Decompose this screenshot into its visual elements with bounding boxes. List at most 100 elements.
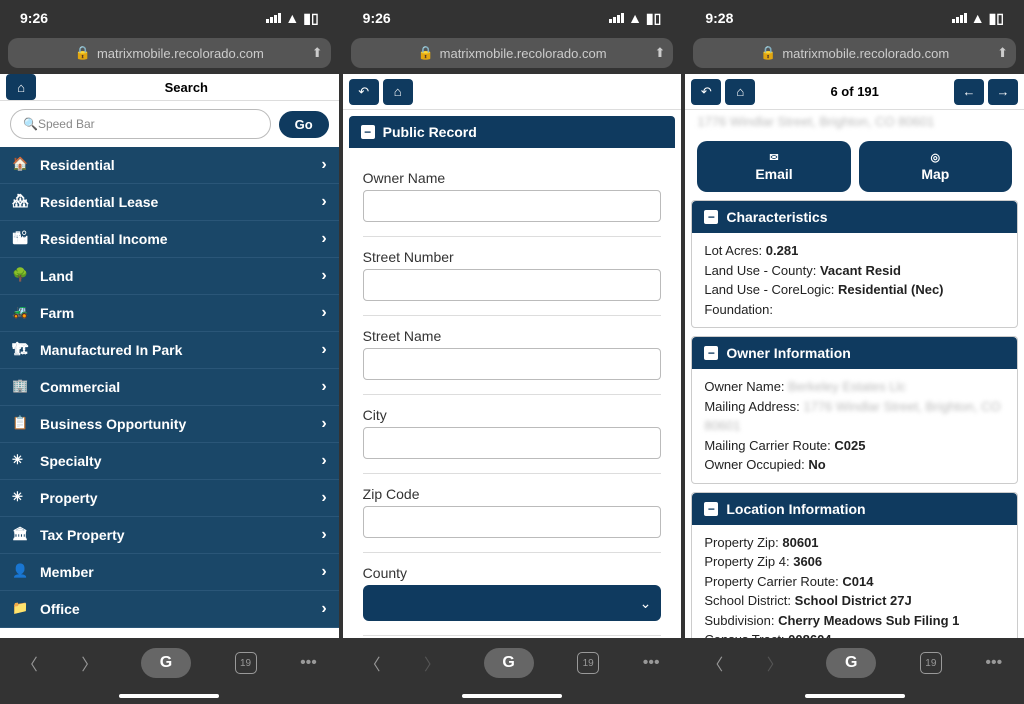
category-item[interactable]: 🏘Residential Lease›	[0, 184, 339, 221]
back-icon[interactable]: 〈	[364, 651, 380, 675]
chevron-right-icon: ›	[321, 156, 326, 174]
browser-toolbar: 〈 〉 G 19 •••	[0, 638, 339, 688]
share-icon[interactable]: ⬆	[312, 45, 323, 61]
category-item[interactable]: 🌳Land›	[0, 258, 339, 295]
data-row: Owner Name: Berkeley Estates Llc	[704, 377, 1005, 397]
chevron-right-icon: ›	[321, 489, 326, 507]
next-button[interactable]: →	[988, 79, 1018, 105]
section-header-owner[interactable]: −Owner Information	[692, 337, 1017, 369]
category-icon: 🏙	[12, 230, 30, 248]
category-item[interactable]: 🚜Farm›	[0, 295, 339, 332]
back-button[interactable]: ↶	[349, 79, 379, 105]
category-item[interactable]: 📋Business Opportunity›	[0, 406, 339, 443]
chevron-right-icon: ›	[321, 193, 326, 211]
recent-searches-link[interactable]: 2 Recent Searches	[0, 628, 339, 638]
back-button[interactable]: ↶	[691, 79, 721, 105]
more-icon[interactable]: •••	[985, 654, 1002, 672]
phone-screen-2: 9:26 ▲ ▮▯ 🔒 matrixmobile.recolorado.com …	[343, 0, 682, 704]
forward-icon[interactable]: 〉	[81, 651, 97, 675]
collapse-icon[interactable]: −	[361, 125, 375, 139]
chevron-right-icon: ›	[321, 600, 326, 618]
home-indicator[interactable]	[805, 694, 905, 698]
home-button[interactable]: ⌂	[383, 79, 413, 105]
field-input-street-name[interactable]	[363, 348, 662, 380]
address-bar[interactable]: 🔒 matrixmobile.recolorado.com ⬆	[693, 38, 1016, 68]
collapse-icon[interactable]: −	[704, 346, 718, 360]
field-input-zip-code[interactable]	[363, 506, 662, 538]
home-button[interactable]: ⌂	[6, 74, 36, 100]
status-time: 9:28	[705, 10, 733, 26]
url-text: matrixmobile.recolorado.com	[97, 46, 264, 61]
category-icon: 📋	[12, 415, 30, 433]
speed-bar-input[interactable]: 🔍 Speed Bar	[10, 109, 271, 139]
share-icon[interactable]: ⬆	[997, 45, 1008, 61]
category-item[interactable]: 🏢Commercial›	[0, 369, 339, 406]
category-item[interactable]: 📁Office›	[0, 591, 339, 628]
share-icon[interactable]: ⬆	[654, 45, 665, 61]
category-item[interactable]: 🏙Residential Income›	[0, 221, 339, 258]
category-item[interactable]: 🏛Tax Property›	[0, 517, 339, 554]
home-button[interactable]: ⌂	[725, 79, 755, 105]
status-icons: ▲ ▮▯	[609, 10, 661, 27]
collapse-icon[interactable]: −	[704, 210, 718, 224]
status-icons: ▲ ▮▯	[266, 10, 318, 27]
nav-bar: ⌂ Search	[0, 74, 339, 101]
category-item[interactable]: ✳Property›	[0, 480, 339, 517]
google-button[interactable]: G	[141, 648, 191, 678]
category-label: Tax Property	[40, 527, 125, 543]
home-indicator[interactable]	[462, 694, 562, 698]
more-icon[interactable]: •••	[300, 654, 317, 672]
data-row: Property Carrier Route: C014	[704, 572, 1005, 592]
county-select[interactable]: ⌄	[363, 585, 662, 621]
chevron-right-icon: ›	[321, 452, 326, 470]
battery-icon: ▮▯	[646, 10, 661, 27]
category-icon: 🏠	[12, 156, 30, 174]
field-label: Street Number	[363, 249, 662, 265]
status-time: 9:26	[20, 10, 48, 26]
address-bar[interactable]: 🔒 matrixmobile.recolorado.com ⬆	[8, 38, 331, 68]
address-bar[interactable]: 🔒 matrixmobile.recolorado.com ⬆	[351, 38, 674, 68]
status-bar: 9:26 ▲ ▮▯	[0, 0, 339, 36]
collapse-icon[interactable]: −	[704, 502, 718, 516]
home-indicator[interactable]	[119, 694, 219, 698]
category-icon: ✳	[12, 489, 30, 507]
data-row: School District: School District 27J	[704, 591, 1005, 611]
category-icon: ✳	[12, 452, 30, 470]
section-header-characteristics[interactable]: −Characteristics	[692, 201, 1017, 233]
chevron-down-icon: ⌄	[640, 595, 652, 612]
field-input-street-number[interactable]	[363, 269, 662, 301]
data-row: Foundation:	[704, 300, 1005, 320]
data-row: Census Tract: 008604	[704, 630, 1005, 638]
tabs-button[interactable]: 19	[235, 652, 257, 674]
prev-button[interactable]: ←	[954, 79, 984, 105]
field-label: County	[363, 565, 662, 581]
map-button[interactable]: ◎Map	[859, 141, 1012, 192]
category-item[interactable]: ✳ Specialty ›	[0, 443, 339, 480]
field-input-city[interactable]	[363, 427, 662, 459]
section-header-location[interactable]: −Location Information	[692, 493, 1017, 525]
field-label: Zip Code	[363, 486, 662, 502]
back-icon[interactable]: 〈	[22, 651, 38, 675]
url-text: matrixmobile.recolorado.com	[440, 46, 607, 61]
section-header-public-record[interactable]: − Public Record	[349, 116, 676, 148]
wifi-icon: ▲	[971, 10, 985, 26]
google-button[interactable]: G	[826, 648, 876, 678]
email-button[interactable]: ✉Email	[697, 141, 850, 192]
go-button[interactable]: Go	[279, 111, 329, 138]
back-icon[interactable]: 〈	[707, 651, 723, 675]
category-item[interactable]: 🏠Residential›	[0, 147, 339, 184]
tabs-button[interactable]: 19	[920, 652, 942, 674]
category-item[interactable]: 👤Member›	[0, 554, 339, 591]
category-label: Farm	[40, 305, 74, 321]
category-label: Specialty	[40, 453, 101, 469]
tabs-button[interactable]: 19	[577, 652, 599, 674]
google-button[interactable]: G	[484, 648, 534, 678]
category-icon: 🏛	[12, 526, 30, 544]
panel-location: −Location Information Property Zip: 8060…	[691, 492, 1018, 639]
category-label: Office	[40, 601, 80, 617]
status-bar: 9:26 ▲ ▮▯	[343, 0, 682, 36]
more-icon[interactable]: •••	[643, 654, 660, 672]
field-input-owner-name[interactable]	[363, 190, 662, 222]
category-item[interactable]: 🏗Manufactured In Park›	[0, 332, 339, 369]
chevron-right-icon: ›	[321, 415, 326, 433]
